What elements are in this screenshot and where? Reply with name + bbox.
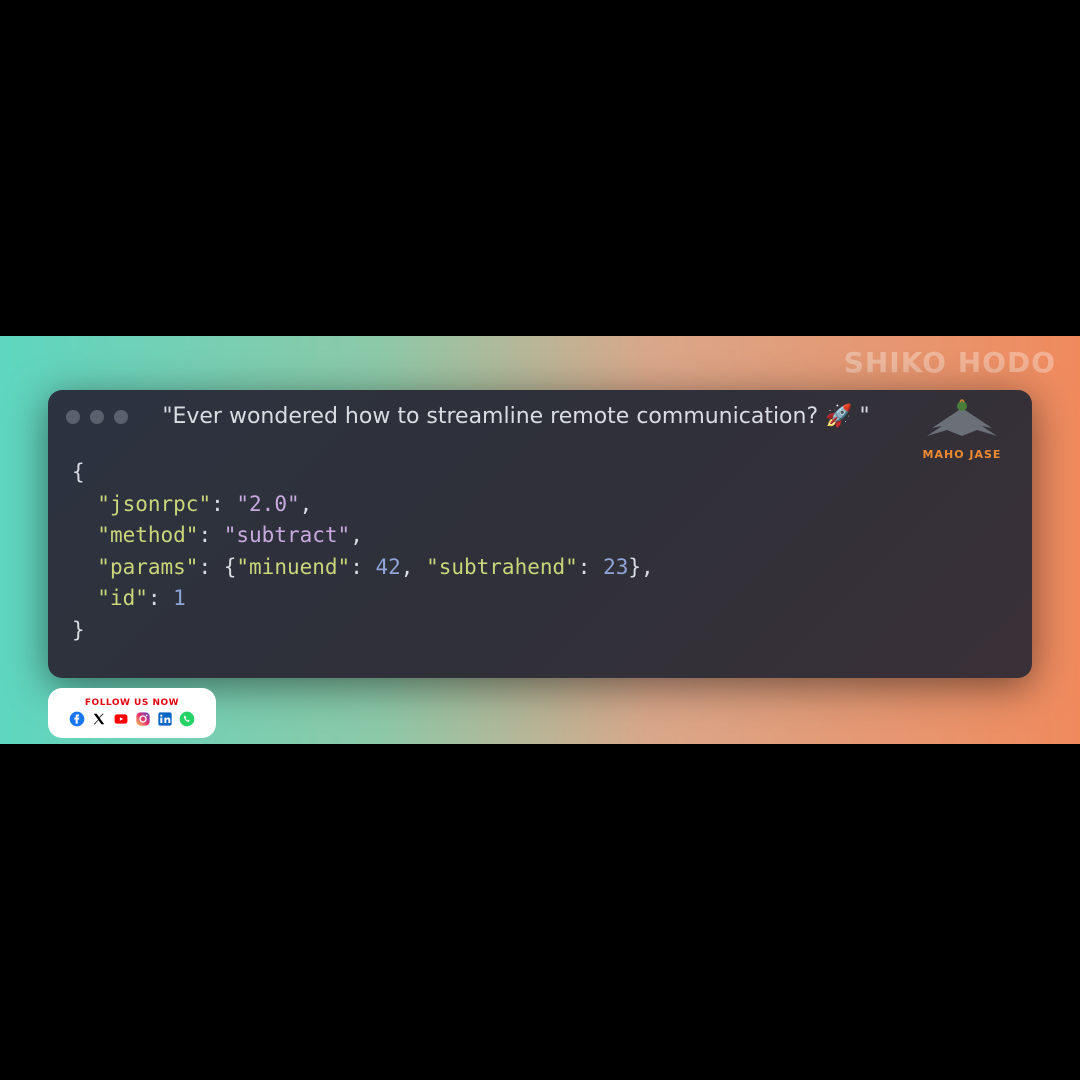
social-icons-row (68, 710, 196, 728)
traffic-light-maximize-icon[interactable] (114, 410, 128, 424)
brand-name: MAHO JASE (923, 448, 1002, 461)
eagle-icon (912, 398, 1012, 446)
code-window: "Ever wondered how to streamline remote … (48, 390, 1032, 678)
window-title: "Ever wondered how to streamline remote … (138, 404, 1014, 429)
youtube-icon[interactable] (112, 710, 130, 728)
traffic-light-minimize-icon[interactable] (90, 410, 104, 424)
brand-logo: MAHO JASE (912, 398, 1012, 461)
code-block: { "jsonrpc": "2.0", "method": "subtract"… (48, 443, 1032, 660)
social-follow-badge: FOLLOW US NOW (48, 688, 216, 738)
social-title: FOLLOW US NOW (85, 698, 179, 708)
x-twitter-icon[interactable] (90, 710, 108, 728)
whatsapp-icon[interactable] (178, 710, 196, 728)
facebook-icon[interactable] (68, 710, 86, 728)
traffic-light-close-icon[interactable] (66, 410, 80, 424)
linkedin-icon[interactable] (156, 710, 174, 728)
instagram-icon[interactable] (134, 710, 152, 728)
window-titlebar: "Ever wondered how to streamline remote … (48, 390, 1032, 443)
watermark-text: SHIKO HODO (844, 346, 1056, 379)
